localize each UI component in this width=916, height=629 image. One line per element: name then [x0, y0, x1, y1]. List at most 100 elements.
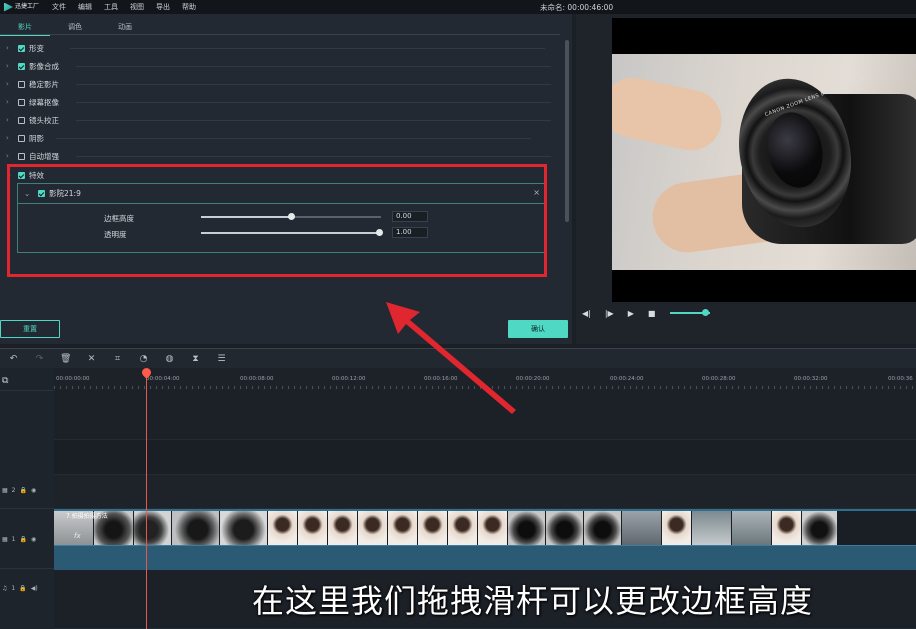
divider: [0, 508, 54, 509]
property-compositing[interactable]: › 影像合成: [6, 59, 59, 73]
clip-thumbnail: [328, 511, 358, 545]
chevron-right-icon[interactable]: ›: [6, 80, 18, 88]
preview-panel: CANON ZOOM LENS EF-S 18-200mm ◀| |▶ ▶ ■: [576, 14, 916, 344]
playhead-line: [146, 374, 147, 629]
crop-icon[interactable]: ⌗: [112, 354, 123, 364]
chevron-right-icon[interactable]: ›: [6, 116, 18, 124]
divider: [76, 84, 551, 85]
divider: [56, 138, 531, 139]
clip-thumbnail: [268, 511, 298, 545]
property-lens-correction[interactable]: › 镜头校正: [6, 113, 59, 127]
clip-thumbnail: [388, 511, 418, 545]
chevron-right-icon[interactable]: ›: [6, 98, 18, 106]
logo-text: 迅捷工厂: [15, 3, 40, 10]
property-auto-enhance[interactable]: › 自动增强: [6, 149, 59, 163]
timecode: 00:00:32:00: [794, 376, 828, 382]
speaker-icon[interactable]: ◀): [31, 585, 38, 592]
property-chroma-key[interactable]: › 绿幕抠像: [6, 95, 59, 109]
divider: [76, 120, 551, 121]
clip-thumbnail: [358, 511, 388, 545]
clip-thumbnail: [508, 511, 546, 545]
redo-icon[interactable]: ↷: [34, 354, 45, 364]
menu-export[interactable]: 导出: [156, 2, 170, 12]
property-shadow[interactable]: › 阴影: [6, 131, 44, 145]
eye-icon[interactable]: ◉: [31, 487, 36, 494]
chevron-right-icon[interactable]: ›: [6, 44, 18, 52]
clip-thumbnail: [478, 511, 508, 545]
clip-thumbnail: [732, 511, 772, 545]
add-track-icon[interactable]: ⧉: [2, 376, 8, 386]
track-header-video-2: ▦ 2 🔒 ◉: [0, 484, 54, 496]
adjust-icon[interactable]: ☰: [216, 354, 227, 364]
step-back-icon[interactable]: |▶: [605, 309, 614, 318]
shadow-checkbox[interactable]: [18, 134, 25, 142]
split-icon[interactable]: ⧗: [190, 354, 201, 364]
empty-track: [54, 440, 916, 475]
stabilize-checkbox[interactable]: [18, 80, 25, 88]
highlight-frame: [7, 164, 547, 277]
property-label: 影像合成: [29, 61, 59, 71]
stop-icon[interactable]: ■: [648, 309, 656, 318]
chevron-right-icon[interactable]: ›: [6, 62, 18, 70]
video-track-icon: ▦: [2, 486, 8, 494]
panel-scrollbar[interactable]: [565, 40, 569, 222]
compositing-checkbox[interactable]: [18, 62, 25, 70]
lock-icon[interactable]: 🔒: [19, 585, 26, 592]
property-stabilize[interactable]: › 稳定影片: [6, 77, 59, 91]
project-title: 未命名: 00:00:46:00: [540, 3, 614, 12]
speed-icon[interactable]: ◔: [138, 354, 149, 364]
divider: [76, 66, 551, 67]
menu-edit[interactable]: 编辑: [78, 2, 92, 12]
clip-title: 7.拍摄拍摄方法: [66, 513, 108, 520]
chevron-right-icon[interactable]: ›: [6, 134, 18, 142]
clip-thumbnail: [802, 511, 838, 545]
music-icon: ♫: [2, 584, 8, 592]
timecode: 00:00:28:00: [702, 376, 736, 382]
chevron-right-icon[interactable]: ›: [6, 152, 18, 160]
track-headers: ⧉ ▦ 2 🔒 ◉ ▦ 1 🔒 ◉ ♫ 1 🔒 ◀): [0, 368, 54, 629]
menu-file[interactable]: 文件: [52, 2, 66, 12]
undo-icon[interactable]: ↶: [8, 354, 19, 364]
clip-thumbnail: [662, 511, 692, 545]
eye-icon[interactable]: ◉: [31, 536, 36, 543]
clip-thumbnail: [298, 511, 328, 545]
fx-icon: fx: [74, 532, 81, 540]
cut-icon[interactable]: ✕: [86, 354, 97, 364]
timecode: 00:00:24:00: [610, 376, 644, 382]
track-number: 1: [11, 535, 16, 543]
delete-icon[interactable]: 🗑: [60, 354, 71, 364]
lock-icon[interactable]: 🔒: [20, 487, 27, 494]
menu-help[interactable]: 帮助: [182, 2, 196, 12]
clip-thumbnail: [220, 511, 268, 545]
color-icon[interactable]: ◍: [164, 354, 175, 364]
app-logo: 迅捷工厂: [0, 2, 52, 12]
play-icon[interactable]: ▶: [628, 309, 634, 318]
annotation-arrow: [386, 302, 516, 414]
progress-thumb[interactable]: [702, 309, 709, 316]
divider: [76, 102, 551, 103]
timecode: 00:00:20:00: [516, 376, 550, 382]
property-transform[interactable]: › 形变: [6, 41, 44, 55]
menu-tools[interactable]: 工具: [104, 2, 118, 12]
prev-frame-icon[interactable]: ◀|: [582, 309, 591, 318]
timecode: 00:00:36: [888, 376, 913, 382]
divider: [76, 156, 551, 157]
transform-checkbox[interactable]: [18, 44, 25, 52]
lens-correction-checkbox[interactable]: [18, 116, 25, 124]
lock-icon[interactable]: 🔒: [20, 536, 27, 543]
track-header-audio-1: ♫ 1 🔒 ◀): [0, 582, 54, 594]
menu-view[interactable]: 视图: [130, 2, 144, 12]
preview-frame: CANON ZOOM LENS EF-S 18-200mm: [612, 54, 916, 270]
clip-thumbnail: [772, 511, 802, 545]
divider: [0, 568, 54, 569]
auto-enhance-checkbox[interactable]: [18, 152, 25, 160]
divider: [0, 390, 54, 391]
clip-thumbnail: [134, 511, 172, 545]
hand-shape: [612, 72, 727, 156]
reset-button[interactable]: 重置: [0, 320, 60, 338]
chroma-key-checkbox[interactable]: [18, 98, 25, 106]
audio-clip[interactable]: [54, 545, 916, 570]
property-label: 稳定影片: [29, 79, 59, 89]
property-label: 自动增强: [29, 151, 59, 161]
video-clip[interactable]: [54, 509, 916, 545]
